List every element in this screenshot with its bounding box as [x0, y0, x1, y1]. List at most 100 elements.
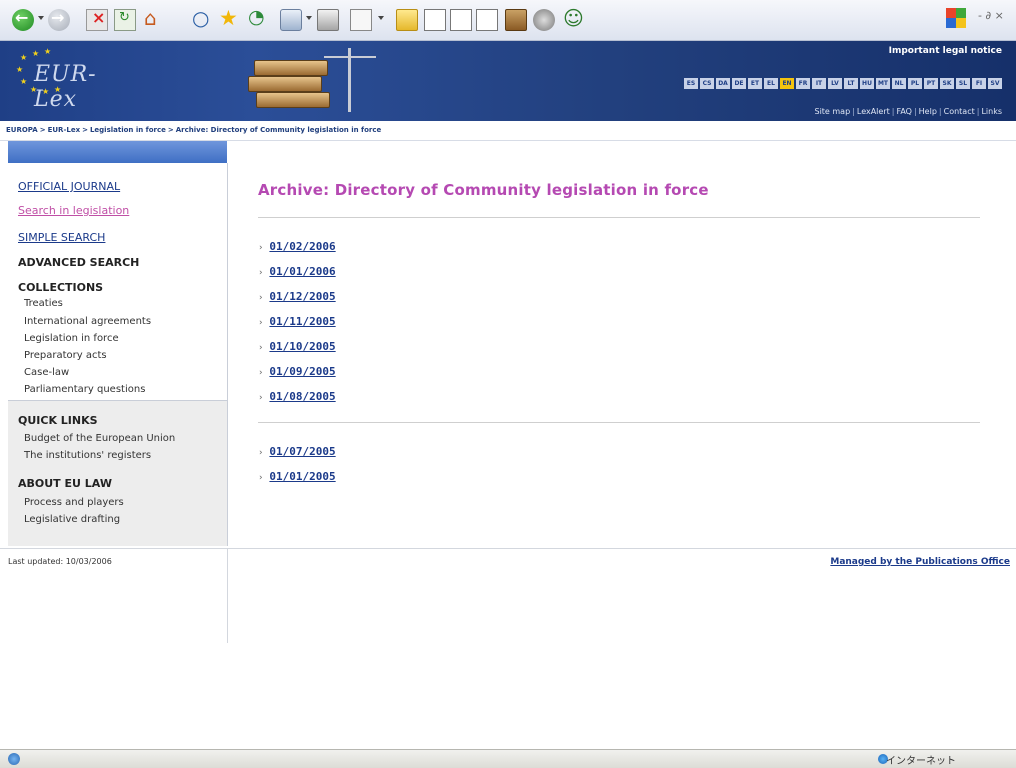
page-title: Archive: Directory of Community legislat…: [258, 181, 709, 199]
group-divider: [258, 422, 980, 423]
bullet-arrow-icon: ›: [258, 343, 264, 353]
title-divider: [258, 217, 980, 218]
lang-es[interactable]: ES: [684, 78, 698, 89]
search-in-legislation-link[interactable]: Search in legislation: [18, 204, 129, 217]
lexalert-link[interactable]: LexAlert: [857, 107, 890, 116]
edit-icon[interactable]: [350, 9, 372, 31]
archive-date-item: › 01/09/2005: [258, 365, 336, 378]
lang-sv[interactable]: SV: [988, 78, 1002, 89]
lang-pl[interactable]: PL: [908, 78, 922, 89]
about-process-and-players[interactable]: Process and players: [24, 497, 124, 508]
eurlex-logo[interactable]: ★ ★ ★ ★ ★ ★ ★ ★ EUR-Lex: [12, 48, 122, 113]
quick-links-heading: QUICK LINKS: [18, 414, 98, 427]
collection-case-law[interactable]: Case-law: [24, 367, 69, 378]
document-icon[interactable]: [424, 9, 446, 31]
archive-date-link[interactable]: 01/09/2005: [269, 365, 335, 378]
about-legislative-drafting[interactable]: Legislative drafting: [24, 514, 120, 525]
official-journal-link[interactable]: OFFICIAL JOURNAL: [18, 180, 120, 193]
refresh-icon[interactable]: [114, 9, 136, 31]
publications-office-link[interactable]: Managed by the Publications Office: [830, 557, 1010, 567]
forward-icon[interactable]: [48, 8, 70, 31]
home-icon[interactable]: [142, 6, 164, 31]
history-icon[interactable]: [246, 6, 268, 31]
archive-date-item: › 01/08/2005: [258, 390, 336, 403]
utility-nav: Site map | LexAlert | FAQ | Help | Contact | Links: [814, 107, 1002, 116]
legal-notice-link[interactable]: Important legal notice: [889, 46, 1002, 56]
document-icon[interactable]: [476, 9, 498, 31]
discuss-icon[interactable]: [533, 9, 555, 31]
print-icon[interactable]: [317, 9, 339, 31]
lang-sl[interactable]: SL: [956, 78, 970, 89]
security-zone-label: インターネット: [886, 756, 956, 767]
breadcrumb: EUROPA > EUR-Lex > Legislation in force > Arch…: [6, 126, 382, 134]
document-icon[interactable]: [450, 9, 472, 31]
window-controls[interactable]: - ∂ ×: [978, 9, 1004, 22]
lang-pt[interactable]: PT: [924, 78, 938, 89]
links-link[interactable]: Links: [981, 107, 1002, 116]
lang-et[interactable]: ET: [748, 78, 762, 89]
footer-column-divider: [227, 549, 228, 643]
language-bar: ES CS DA DE ET EL EN FR IT LV LT HU MT N…: [684, 78, 1002, 89]
lang-nl[interactable]: NL: [892, 78, 906, 89]
lang-hu[interactable]: HU: [860, 78, 874, 89]
collection-parliamentary-questions[interactable]: Parliamentary questions: [24, 384, 145, 395]
lang-el[interactable]: EL: [764, 78, 778, 89]
collection-treaties[interactable]: Treaties: [24, 298, 63, 309]
archive-date-link[interactable]: 01/12/2005: [269, 290, 335, 303]
edit-dropdown-icon[interactable]: [378, 16, 384, 20]
collection-preparatory-acts[interactable]: Preparatory acts: [24, 350, 107, 361]
contact-link[interactable]: Contact: [944, 107, 975, 116]
back-dropdown-icon[interactable]: [38, 16, 44, 20]
simple-search-link[interactable]: SIMPLE SEARCH: [18, 231, 105, 244]
lang-lt[interactable]: LT: [844, 78, 858, 89]
help-link[interactable]: Help: [919, 107, 937, 116]
archive-date-link[interactable]: 01/07/2005: [269, 445, 335, 458]
favorites-icon[interactable]: [218, 6, 240, 31]
bullet-arrow-icon: ›: [258, 473, 264, 483]
mail-icon[interactable]: [280, 9, 302, 31]
search-icon[interactable]: [190, 6, 212, 31]
lang-sk[interactable]: SK: [940, 78, 954, 89]
archive-date-item: › 01/07/2005: [258, 445, 336, 458]
stop-icon[interactable]: [86, 8, 108, 31]
lang-en[interactable]: EN: [780, 78, 794, 89]
breadcrumb-legislation-in-force[interactable]: Legislation in force: [90, 126, 166, 134]
book-icon[interactable]: [505, 9, 527, 31]
archive-date-item: › 01/11/2005: [258, 315, 336, 328]
back-icon[interactable]: [12, 8, 34, 31]
bullet-arrow-icon: ›: [258, 448, 264, 458]
archive-date-link[interactable]: 01/11/2005: [269, 315, 335, 328]
bullet-arrow-icon: ›: [258, 268, 264, 278]
messenger-icon[interactable]: [561, 6, 584, 31]
archive-date-link[interactable]: 01/08/2005: [269, 390, 335, 403]
archive-date-link[interactable]: 01/01/2005: [269, 470, 335, 483]
lang-mt[interactable]: MT: [876, 78, 890, 89]
quick-link-budget[interactable]: Budget of the European Union: [24, 433, 175, 444]
archive-date-link[interactable]: 01/01/2006: [269, 265, 335, 278]
advanced-search-link[interactable]: ADVANCED SEARCH: [18, 256, 139, 269]
books-and-scales-image: [248, 44, 388, 118]
faq-link[interactable]: FAQ: [896, 107, 912, 116]
lang-it[interactable]: IT: [812, 78, 826, 89]
site-map-link[interactable]: Site map: [814, 107, 850, 116]
browser-status-bar: インターネット: [0, 749, 1016, 768]
quick-link-registers[interactable]: The institutions' registers: [24, 450, 151, 461]
archive-date-link[interactable]: 01/02/2006: [269, 240, 335, 253]
folder-icon[interactable]: [396, 9, 418, 31]
lang-cs[interactable]: CS: [700, 78, 714, 89]
archive-date-link[interactable]: 01/10/2005: [269, 340, 335, 353]
collection-international-agreements[interactable]: International agreements: [24, 316, 151, 327]
lang-da[interactable]: DA: [716, 78, 730, 89]
lang-fi[interactable]: FI: [972, 78, 986, 89]
lang-fr[interactable]: FR: [796, 78, 810, 89]
collection-legislation-in-force[interactable]: Legislation in force: [24, 333, 119, 344]
lang-lv[interactable]: LV: [828, 78, 842, 89]
lang-de[interactable]: DE: [732, 78, 746, 89]
about-eu-law-heading: ABOUT EU LAW: [18, 477, 112, 490]
windows-logo-icon: [946, 8, 966, 28]
collections-heading: COLLECTIONS: [18, 281, 104, 294]
breadcrumb-europa[interactable]: EUROPA: [6, 126, 38, 134]
mail-dropdown-icon[interactable]: [306, 16, 312, 20]
breadcrumb-eurlex[interactable]: EUR-Lex: [48, 126, 80, 134]
archive-date-item: › 01/01/2006: [258, 265, 336, 278]
